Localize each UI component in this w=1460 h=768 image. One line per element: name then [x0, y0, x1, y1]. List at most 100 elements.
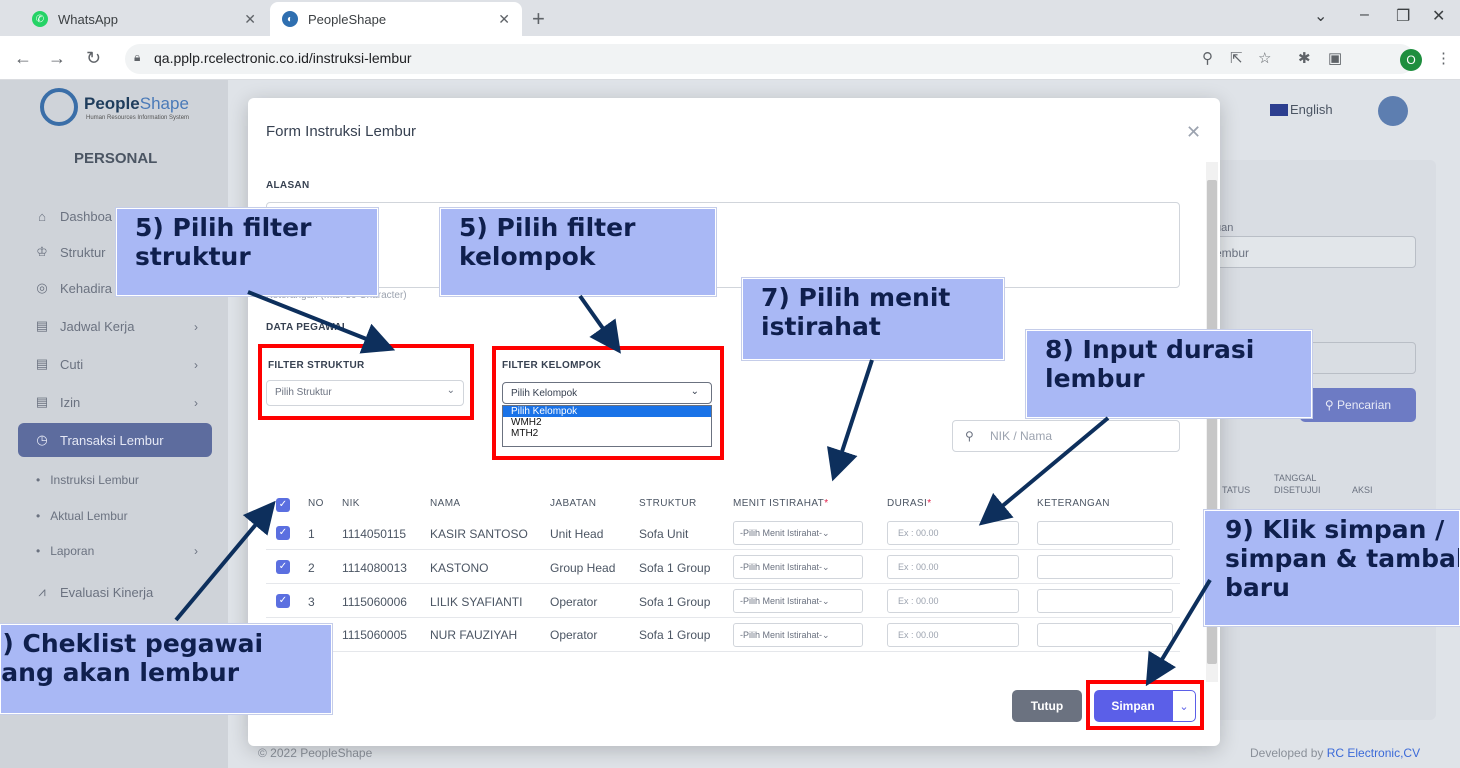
keterangan-input[interactable]	[1037, 555, 1173, 579]
row-struktur: Sofa Unit	[639, 527, 689, 541]
tutup-button[interactable]: Tutup	[1012, 690, 1082, 722]
row-no: 3	[308, 595, 315, 609]
row-checkbox[interactable]: ✓	[276, 594, 290, 608]
search-icon: ⚲	[1324, 398, 1338, 412]
close-icon[interactable]: ✕	[498, 11, 510, 28]
durasi-input[interactable]: Ex : 00.00	[887, 623, 1019, 647]
sidebar-section-title: PERSONAL	[74, 150, 158, 167]
callout-step-6: 6) Cheklist pegawai yang akan lembur	[0, 624, 332, 714]
row-jabatan: Operator	[550, 628, 598, 642]
sidebar-item-cuti[interactable]: ▤ Cuti	[34, 352, 83, 376]
tab-whatsapp[interactable]: ✆ WhatsApp ✕	[20, 2, 268, 36]
menit-istirahat-select[interactable]: -Pilih Menit Istirahat-⌄	[733, 521, 863, 545]
fingerprint-icon: ◎	[36, 280, 48, 295]
menit-istirahat-select[interactable]: -Pilih Menit Istirahat-⌄	[733, 623, 863, 647]
select-all-checkbox[interactable]: ✓	[276, 498, 290, 512]
col-header-nik: NIK	[342, 498, 360, 509]
durasi-input[interactable]: Ex : 00.00	[887, 555, 1019, 579]
window-close-icon[interactable]: ✕	[1432, 6, 1445, 26]
sidebar-item-jadwal[interactable]: ▤ Jadwal Kerja	[34, 314, 135, 338]
menit-istirahat-select[interactable]: -Pilih Menit Istirahat-⌄	[733, 555, 863, 579]
calendar-icon: ▤	[35, 394, 49, 409]
footer-copyright: © 2022 PeopleShape	[258, 746, 373, 760]
close-icon[interactable]: ✕	[1186, 122, 1201, 143]
keterangan-input[interactable]	[1037, 623, 1173, 647]
keterangan-input[interactable]	[1037, 589, 1173, 613]
callout-step-5-struktur: 5) Pilih filter struktur	[116, 208, 378, 296]
new-tab-icon[interactable]: +	[532, 6, 545, 32]
sidebar-item-izin[interactable]: ▤ Izin	[34, 390, 80, 414]
sidebar-item-evaluasi[interactable]: ⩘ Evaluasi Kinerja	[34, 580, 153, 604]
tab-title: PeopleShape	[308, 11, 387, 27]
row-checkbox[interactable]: ✓	[276, 560, 290, 574]
logo-text: PeopleShape	[84, 94, 189, 113]
keterangan-input[interactable]	[1037, 521, 1173, 545]
search-button[interactable]: ⚲ Pencarian	[1300, 388, 1416, 422]
highlight-filter-kelompok	[492, 346, 724, 460]
tab-peopleshape[interactable]: ◐ PeopleShape ✕	[270, 2, 522, 36]
chevron-right-icon: ›	[194, 358, 198, 372]
durasi-input[interactable]: Ex : 00.00	[887, 589, 1019, 613]
callout-step-9: 9) Klik simpan / simpan & tambah baru	[1204, 510, 1460, 626]
menu-dots-icon[interactable]: ⋮	[1436, 49, 1451, 67]
col-header-menit: MENIT ISTIRAHAT*	[733, 498, 829, 509]
alasan-label: ALASAN	[266, 180, 310, 191]
row-struktur: Sofa 1 Group	[639, 595, 711, 609]
logo-icon	[40, 88, 78, 126]
row-nama: KASIR SANTOSO	[430, 527, 528, 541]
peopleshape-icon: ◐	[282, 11, 298, 27]
sidebar-subitem-instruksi[interactable]: • Instruksi Lembur	[36, 473, 139, 487]
calendar-icon: ▤	[35, 356, 49, 371]
durasi-input[interactable]: Ex : 00.00	[887, 521, 1019, 545]
filter-input[interactable]	[1300, 342, 1416, 374]
sidebar-item-kehadiran[interactable]: ◎ Kehadira	[34, 276, 112, 300]
sidepanel-icon[interactable]: ▣	[1328, 49, 1342, 67]
close-icon[interactable]: ✕	[244, 11, 256, 28]
footer-credit: Developed by RC Electronic,CV	[1250, 746, 1421, 760]
chart-icon: ⩘	[38, 584, 46, 599]
nik-search-input[interactable]	[952, 420, 1180, 452]
highlight-simpan	[1086, 680, 1204, 730]
star-icon[interactable]: ☆	[1258, 49, 1271, 67]
reload-icon[interactable]: ↻	[86, 48, 101, 69]
whatsapp-icon: ✆	[32, 11, 48, 27]
row-nama: LILIK SYAFIANTI	[430, 595, 523, 609]
row-jabatan: Operator	[550, 595, 598, 609]
back-icon[interactable]: ←	[14, 48, 32, 69]
sitemap-icon: ♔	[36, 244, 48, 259]
col-header-nama: NAMA	[430, 498, 461, 509]
sidebar-subitem-aktual[interactable]: • Aktual Lembur	[36, 509, 128, 523]
chevron-down-icon[interactable]: ⌄	[1314, 6, 1327, 26]
user-avatar[interactable]	[1378, 96, 1408, 126]
minimize-icon[interactable]: –	[1360, 6, 1369, 24]
chevron-right-icon: ›	[194, 320, 198, 334]
calendar-icon: ▤	[35, 318, 49, 333]
profile-avatar[interactable]: O	[1400, 49, 1422, 71]
lock-icon[interactable]: 🔒︎	[134, 50, 140, 65]
url-text[interactable]: qa.pplp.rcelectronic.co.id/instruksi-lem…	[154, 50, 412, 66]
sidebar-subitem-laporan[interactable]: • Laporan	[36, 544, 94, 558]
clock-icon: ◷	[36, 432, 48, 447]
row-checkbox[interactable]: ✓	[276, 526, 290, 540]
tab-title: WhatsApp	[58, 11, 118, 27]
sidebar-item-struktur[interactable]: ♔ Struktur	[34, 240, 105, 264]
callout-step-7: 7) Pilih menit istirahat	[742, 278, 1004, 360]
menit-istirahat-select[interactable]: -Pilih Menit Istirahat-⌄	[733, 589, 863, 613]
search-placeholder: NIK / Nama	[990, 429, 1053, 443]
zoom-icon[interactable]: ⚲	[1202, 49, 1213, 67]
forward-icon[interactable]: →	[48, 48, 66, 69]
search-icon: ⚲	[965, 429, 974, 443]
row-nik: 1115060006	[342, 595, 407, 609]
share-icon[interactable]: ⇱	[1230, 49, 1243, 67]
language-selector[interactable]: English	[1270, 102, 1333, 117]
callout-step-5-kelompok: 5) Pilih filter kelompok	[440, 208, 716, 296]
alasan-textarea[interactable]	[266, 202, 1180, 288]
restore-icon[interactable]: ❐	[1396, 6, 1410, 26]
row-no: 2	[308, 561, 315, 575]
row-nik: 1114080013	[342, 561, 407, 575]
home-icon: ⌂	[38, 208, 46, 224]
sidebar-item-dashboard[interactable]: ⌂ Dashboa	[34, 204, 112, 228]
row-struktur: Sofa 1 Group	[639, 561, 711, 575]
chevron-right-icon: ›	[194, 396, 198, 410]
extensions-icon[interactable]: ✱	[1298, 49, 1311, 67]
